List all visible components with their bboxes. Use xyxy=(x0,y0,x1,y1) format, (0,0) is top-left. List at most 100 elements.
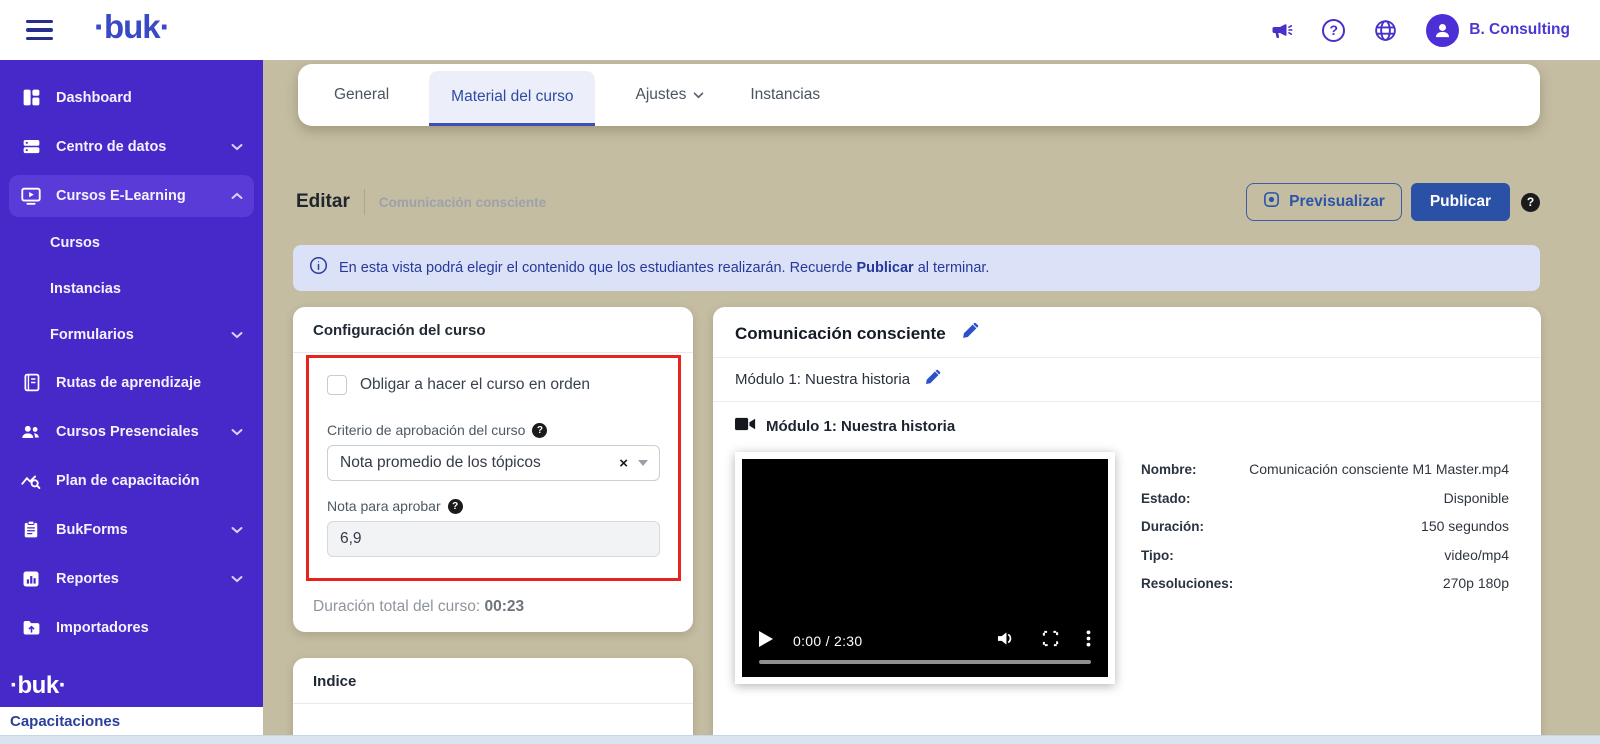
video-card: 0:00 / 2:30 xyxy=(735,452,1115,684)
video-metadata: Nombre: Comunicación consciente M1 Maste… xyxy=(1141,452,1525,684)
info-icon xyxy=(309,256,328,280)
tab-label: Ajustes xyxy=(635,86,686,104)
tab-ajustes[interactable]: Ajustes xyxy=(629,64,710,126)
sidebar-item-cursos-elearning[interactable]: Cursos E-Learning xyxy=(9,175,254,217)
sidebar-item-centro-de-datos[interactable]: Centro de datos xyxy=(0,122,263,171)
chevron-up-icon xyxy=(231,192,243,200)
sidebar-item-label: Plan de capacitación xyxy=(56,473,199,489)
chevron-down-icon xyxy=(231,143,243,151)
preview-button-label: Previsualizar xyxy=(1289,193,1385,211)
info-banner: En esta vista podrá elegir el contenido … xyxy=(293,245,1540,291)
sidebar-item-importadores[interactable]: Importadores xyxy=(0,603,263,652)
meta-label: Tipo: xyxy=(1141,548,1174,563)
info-banner-text: En esta vista podrá elegir el contenido … xyxy=(339,260,989,276)
user-menu[interactable]: B. Consulting xyxy=(1426,14,1570,47)
tab-material-del-curso[interactable]: Material del curso xyxy=(429,71,595,126)
tab-label: Instancias xyxy=(750,86,820,104)
sidebar-item-plan-de-capacitacion[interactable]: Plan de capacitación xyxy=(0,456,263,505)
chevron-down-icon xyxy=(231,331,243,339)
sidebar-app-capacitaciones[interactable]: Capacitaciones xyxy=(0,707,263,735)
more-options-icon[interactable] xyxy=(1086,630,1091,652)
module-title-row: Módulo 1: Nuestra historia xyxy=(713,358,1541,402)
edit-module-title-icon[interactable] xyxy=(924,369,941,390)
clear-selection-icon[interactable]: × xyxy=(619,455,628,472)
meta-row-nombre: Nombre: Comunicación consciente M1 Maste… xyxy=(1141,461,1509,477)
tab-label: General xyxy=(334,86,389,104)
sidebar-item-reportes[interactable]: Reportes xyxy=(0,554,263,603)
sidebar-item-dashboard[interactable]: Dashboard xyxy=(0,73,263,122)
meta-value: 150 segundos xyxy=(1421,518,1509,534)
chevron-down-icon xyxy=(693,86,704,104)
preview-button[interactable]: Previsualizar xyxy=(1246,183,1402,221)
sidebar-footer: ·buk· Capacitaciones xyxy=(0,672,263,744)
highlighted-config-section: Obligar a hacer el curso en orden Criter… xyxy=(306,355,681,581)
horizontal-scrollbar[interactable] xyxy=(0,735,1600,744)
module-title: Módulo 1: Nuestra historia xyxy=(735,371,910,388)
title-divider xyxy=(364,189,365,215)
sidebar-item-label: Rutas de aprendizaje xyxy=(56,375,201,391)
sidebar-subitem-cursos[interactable]: Cursos xyxy=(0,220,263,266)
course-content-panel: Comunicación consciente Módulo 1: Nuestr… xyxy=(713,307,1541,744)
sidebar-subitem-instancias[interactable]: Instancias xyxy=(0,266,263,312)
volume-icon[interactable] xyxy=(996,630,1015,652)
help-icon[interactable]: ? xyxy=(1322,19,1345,42)
criteria-select-value: Nota promedio de los tópicos xyxy=(340,454,541,472)
top-bar: ·buk· ? B. Consulting xyxy=(0,0,1600,60)
globe-icon[interactable] xyxy=(1373,18,1398,43)
page-header: Editar Comunicación consciente Previsual… xyxy=(296,182,1540,222)
publish-button[interactable]: Publicar xyxy=(1411,183,1510,221)
lesson-title: Módulo 1: Nuestra historia xyxy=(766,418,955,435)
tab-instancias[interactable]: Instancias xyxy=(744,64,826,126)
sidebar-subitem-formularios[interactable]: Formularios xyxy=(0,312,263,358)
sidebar-item-label: Dashboard xyxy=(56,90,132,106)
meta-label: Estado: xyxy=(1141,491,1191,506)
meta-row-duracion: Duración: 150 segundos xyxy=(1141,518,1509,534)
video-progress-bar[interactable] xyxy=(759,660,1091,664)
meta-label: Nombre: xyxy=(1141,462,1197,477)
sidebar: Dashboard Centro de datos Cursos E-Learn… xyxy=(0,60,263,744)
meta-row-tipo: Tipo: video/mp4 xyxy=(1141,547,1509,563)
clipboard-icon xyxy=(20,519,42,541)
meta-label: Duración: xyxy=(1141,519,1204,534)
criteria-help-icon[interactable]: ? xyxy=(532,423,547,438)
user-name: B. Consulting xyxy=(1469,21,1570,39)
hamburger-menu-icon[interactable] xyxy=(26,20,53,40)
reports-icon xyxy=(20,568,42,590)
top-right-actions: ? B. Consulting xyxy=(1269,0,1570,60)
main-content: General Material del curso Ajustes Insta… xyxy=(263,60,1600,744)
publish-help-icon[interactable]: ? xyxy=(1521,193,1540,212)
preview-eye-icon xyxy=(1263,191,1280,213)
meta-row-estado: Estado: Disponible xyxy=(1141,490,1509,506)
criteria-select[interactable]: Nota promedio de los tópicos × xyxy=(327,445,660,481)
play-icon[interactable] xyxy=(759,631,773,652)
edit-course-title-icon[interactable] xyxy=(961,322,979,345)
chevron-down-icon xyxy=(231,526,243,534)
video-player[interactable]: 0:00 / 2:30 xyxy=(742,459,1108,677)
data-center-icon xyxy=(20,136,42,158)
tab-general[interactable]: General xyxy=(328,64,395,126)
meta-value: 270p 180p xyxy=(1443,575,1509,591)
sidebar-item-cursos-presenciales[interactable]: Cursos Presenciales xyxy=(0,407,263,456)
sidebar-item-label: Cursos Presenciales xyxy=(56,424,199,440)
sidebar-item-bukforms[interactable]: BukForms xyxy=(0,505,263,554)
grade-input[interactable] xyxy=(327,521,660,557)
people-icon xyxy=(20,421,42,443)
megaphone-icon[interactable] xyxy=(1269,18,1294,42)
training-plan-icon xyxy=(20,470,42,492)
sidebar-item-rutas-de-aprendizaje[interactable]: Rutas de aprendizaje xyxy=(0,358,263,407)
order-checkbox-row[interactable]: Obligar a hacer el curso en orden xyxy=(327,375,660,395)
select-caret-icon[interactable] xyxy=(638,460,648,466)
fullscreen-icon[interactable] xyxy=(1042,630,1059,652)
course-title: Comunicación consciente xyxy=(735,324,946,344)
order-checkbox[interactable] xyxy=(327,375,347,395)
order-checkbox-label: Obligar a hacer el curso en orden xyxy=(360,376,590,394)
sidebar-item-label: Reportes xyxy=(56,571,119,587)
chevron-down-icon xyxy=(231,575,243,583)
meta-label: Resoluciones: xyxy=(1141,576,1233,591)
grade-help-icon[interactable]: ? xyxy=(448,499,463,514)
importers-icon xyxy=(20,617,42,639)
app-root: ·buk· ? B. Consulting Dashboard xyxy=(0,0,1600,744)
lesson-row[interactable]: Módulo 1: Nuestra historia xyxy=(713,402,1541,446)
lesson-media: 0:00 / 2:30 Nombre: xyxy=(713,446,1541,684)
elearning-icon xyxy=(20,185,42,207)
